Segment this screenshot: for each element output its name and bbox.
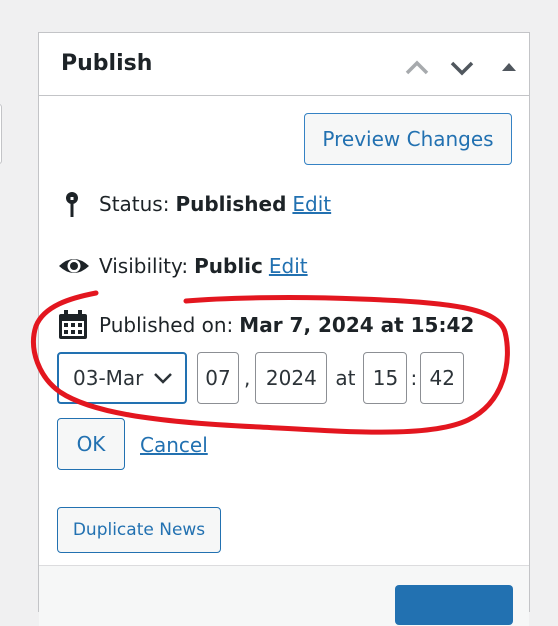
panel-title: Publish [61, 51, 153, 76]
preview-changes-button[interactable]: Preview Changes [304, 113, 512, 165]
date-comma: , [244, 366, 251, 390]
eye-icon [59, 259, 89, 273]
year-input[interactable]: 2024 [255, 352, 328, 404]
visibility-edit-link[interactable]: Edit [269, 254, 308, 278]
status-row: Status: Published Edit [57, 189, 331, 219]
move-up-button[interactable] [403, 55, 431, 81]
visibility-row: Visibility: Public Edit [57, 251, 308, 281]
date-editor: 03-Mar 07 , 2024 at 15 : 42 [57, 351, 465, 405]
move-down-button[interactable] [448, 55, 476, 81]
status-label: Status: [99, 192, 170, 216]
visibility-label: Visibility: [99, 254, 189, 278]
chevron-down-icon [450, 61, 474, 76]
duplicate-news-button[interactable]: Duplicate News [57, 507, 221, 553]
hour-input[interactable]: 15 [363, 352, 408, 404]
published-on-label: Published on: [99, 313, 234, 337]
minute-input[interactable]: 42 [420, 352, 465, 404]
status-value: Published [175, 192, 287, 216]
toggle-panel-button[interactable] [495, 55, 523, 81]
chevron-up-icon [405, 60, 429, 75]
visibility-value: Public [194, 254, 263, 278]
pin-icon [66, 192, 78, 217]
at-label: at [335, 366, 356, 390]
day-input[interactable]: 07 [197, 352, 239, 404]
cancel-link[interactable]: Cancel [140, 433, 208, 457]
published-on-row: Published on: Mar 7, 2024 at 15:42 [57, 309, 474, 341]
triangle-up-icon [502, 63, 516, 71]
update-button[interactable] [395, 585, 513, 625]
adjacent-panel-edge [0, 104, 2, 164]
publish-box: Publish Preview Changes Status: Publishe… [38, 32, 530, 626]
published-on-value: Mar 7, 2024 at 15:42 [239, 313, 475, 337]
month-value: 03-Mar [73, 366, 144, 390]
ok-button[interactable]: OK [57, 418, 125, 470]
status-edit-link[interactable]: Edit [292, 192, 331, 216]
month-select[interactable]: 03-Mar [57, 352, 187, 404]
publish-box-header: Publish [39, 33, 529, 96]
calendar-icon [59, 310, 87, 339]
chevron-down-icon [154, 373, 172, 384]
time-colon: : [410, 366, 418, 390]
